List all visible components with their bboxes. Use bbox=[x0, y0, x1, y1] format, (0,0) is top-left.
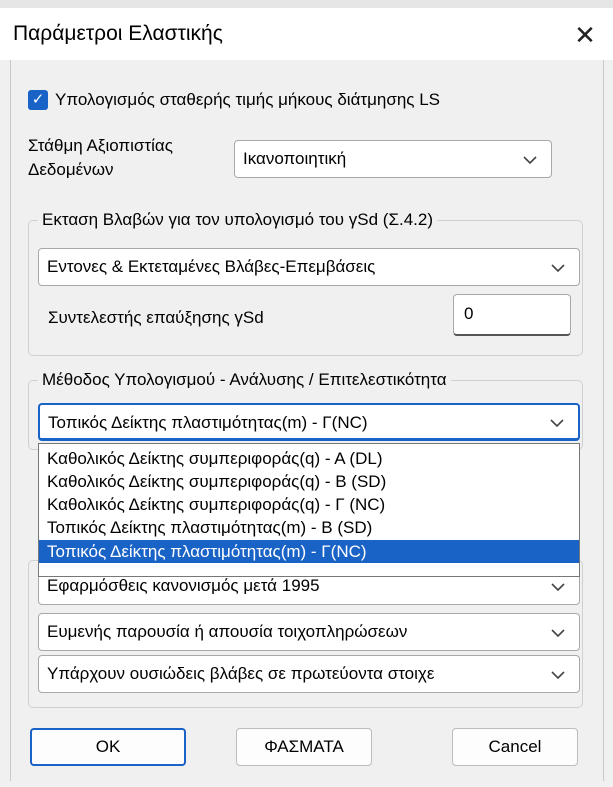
title-bar: Παράμετροι Ελαστικής ✕ bbox=[0, 8, 613, 60]
method-dropdown-list: Καθολικός Δείκτης συμπεριφοράς(q) - Α (D… bbox=[38, 443, 580, 577]
dropdown-option-selected[interactable]: Τοπικός Δείκτης πλαστιμότητας(m) - Γ(NC) bbox=[39, 540, 579, 563]
regulation-value: Εφαρμόσθεις κανονισμός μετά 1995 bbox=[47, 576, 320, 595]
chevron-down-icon bbox=[551, 629, 565, 638]
method-select[interactable]: Τοπικός Δείκτης πλαστιμότητας(m) - Γ(NC) bbox=[38, 403, 580, 441]
infill-select[interactable]: Ευμενής παρουσία ή απουσία τοιχοπληρώσεω… bbox=[38, 613, 580, 651]
reliability-select-value: Ικανοποιητική bbox=[243, 149, 347, 168]
factor-input-value: 0 bbox=[464, 304, 474, 323]
primary-damage-value: Υπάρχουν ουσιώδεις βλάβες σε πρωτεύοντα … bbox=[47, 664, 435, 683]
dropdown-option[interactable]: Τοπικός Δείκτης πλαστιμότητας(m) - Β (SD… bbox=[39, 516, 579, 539]
ls-checkbox-label: Υπολογισμός σταθερής τιμής μήκους διάτμη… bbox=[55, 90, 441, 109]
factor-label: Συντελεστής επαύξησης γSd bbox=[48, 308, 264, 327]
method-select-value: Τοπικός Δείκτης πλαστιμότητας(m) - Γ(NC) bbox=[48, 413, 368, 432]
infill-value: Ευμενής παρουσία ή απουσία τοιχοπληρώσεω… bbox=[47, 622, 408, 641]
primary-damage-select[interactable]: Υπάρχουν ουσιώδεις βλάβες σε πρωτεύοντα … bbox=[38, 655, 580, 693]
damage-extent-select[interactable]: Εντονες & Εκτεταμένες Βλάβες-Επεμβάσεις bbox=[38, 248, 580, 286]
factor-input[interactable]: 0 bbox=[453, 294, 571, 336]
checkmark-icon: ✓ bbox=[31, 91, 45, 108]
reliability-label-line1: Στάθμη Αξιοπιστίας bbox=[28, 136, 173, 155]
chevron-down-icon bbox=[551, 583, 565, 592]
reliability-label-line2: Δεδομένων bbox=[28, 160, 114, 179]
method-group-legend: Μέθοδος Υπολογισμού - Ανάλυσης / Επιτελε… bbox=[38, 370, 451, 390]
chevron-down-icon bbox=[523, 156, 537, 165]
cancel-button[interactable]: Cancel bbox=[452, 728, 578, 766]
dropdown-option[interactable]: Καθολικός Δείκτης συμπεριφοράς(q) - Β (S… bbox=[39, 470, 579, 493]
window-title: Παράμετροι Ελαστικής bbox=[13, 22, 223, 45]
dropdown-option[interactable]: Καθολικός Δείκτης συμπεριφοράς(q) - Α (D… bbox=[39, 447, 579, 470]
chevron-down-icon bbox=[551, 264, 565, 273]
reliability-select[interactable]: Ικανοποιητική bbox=[234, 140, 552, 178]
ls-checkbox[interactable]: ✓ bbox=[28, 90, 48, 110]
damage-group-legend: Εκταση Βλαβών για τον υπολογισμό του γSd… bbox=[38, 210, 437, 230]
close-icon[interactable]: ✕ bbox=[568, 18, 602, 52]
chevron-down-icon bbox=[551, 671, 565, 680]
ok-button[interactable]: OK bbox=[30, 728, 186, 766]
dropdown-option[interactable]: Καθολικός Δείκτης συμπεριφοράς(q) - Γ (N… bbox=[39, 493, 579, 516]
damage-extent-value: Εντονες & Εκτεταμένες Βλάβες-Επεμβάσεις bbox=[47, 257, 376, 276]
spectra-button[interactable]: ΦΑΣΜΑΤΑ bbox=[236, 728, 372, 766]
chevron-down-icon bbox=[550, 419, 564, 428]
